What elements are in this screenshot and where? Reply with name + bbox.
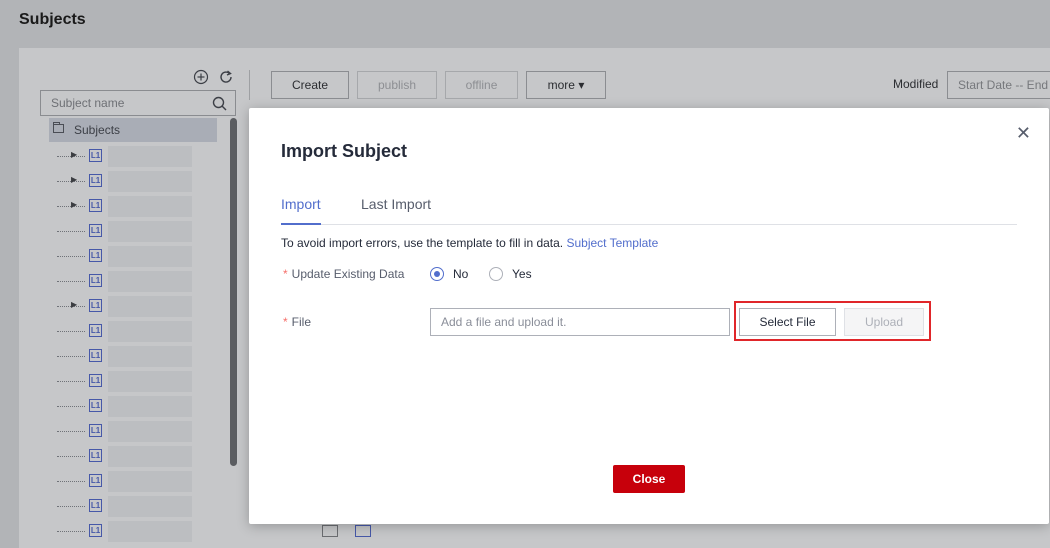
radio-no-circle[interactable] bbox=[430, 267, 444, 281]
redacted-node-label bbox=[108, 246, 192, 267]
create-button[interactable]: Create bbox=[271, 71, 349, 99]
redacted-node-label bbox=[108, 171, 192, 192]
file-label: * File bbox=[283, 315, 311, 329]
tree-connector bbox=[57, 381, 85, 382]
redacted-node-label bbox=[108, 521, 192, 542]
update-existing-label: * Update Existing Data bbox=[283, 267, 404, 281]
tree-connector bbox=[57, 431, 85, 432]
dialog-tabs: Import Last Import bbox=[281, 196, 1017, 225]
subject-search-input[interactable] bbox=[41, 91, 221, 115]
hint-text: To avoid import errors, use the template… bbox=[281, 236, 564, 250]
update-existing-text: Update Existing Data bbox=[291, 267, 405, 281]
more-dropdown-button[interactable]: more ▾ bbox=[526, 71, 606, 99]
tree-connector bbox=[57, 231, 85, 232]
tree-root-subjects[interactable]: Subjects bbox=[49, 118, 217, 142]
import-hint: To avoid import errors, use the template… bbox=[281, 236, 658, 250]
publish-button[interactable]: publish bbox=[357, 71, 437, 99]
tree-scrollbar[interactable] bbox=[230, 118, 237, 466]
radio-yes-circle[interactable] bbox=[489, 267, 503, 281]
tree-connector bbox=[57, 281, 85, 282]
tree-connector bbox=[57, 256, 85, 257]
required-mark: * bbox=[283, 315, 288, 329]
level-badge-icon: L1 bbox=[89, 199, 102, 212]
radio-yes-label: Yes bbox=[512, 267, 532, 281]
upload-button[interactable]: Upload bbox=[844, 308, 924, 336]
tab-last-import[interactable]: Last Import bbox=[361, 196, 431, 223]
subject-template-link[interactable]: Subject Template bbox=[566, 236, 658, 250]
page-title: Subjects bbox=[19, 11, 86, 28]
radio-yes[interactable]: Yes bbox=[489, 266, 532, 282]
redacted-node-label bbox=[108, 371, 192, 392]
table-checkbox-icon bbox=[322, 525, 338, 537]
redacted-node-label bbox=[108, 396, 192, 417]
level-badge-icon: L1 bbox=[89, 524, 102, 537]
level-badge-icon: L1 bbox=[89, 474, 102, 487]
offline-button[interactable]: offline bbox=[445, 71, 518, 99]
level-badge-icon: L1 bbox=[89, 324, 102, 337]
expand-arrow-icon[interactable]: ▶ bbox=[71, 200, 77, 209]
level-badge-icon: L1 bbox=[89, 224, 102, 237]
tree-connector bbox=[57, 531, 85, 532]
level-badge-icon: L1 bbox=[89, 274, 102, 287]
expand-arrow-icon[interactable]: ▶ bbox=[71, 300, 77, 309]
level-badge-icon: L1 bbox=[89, 299, 102, 312]
level-badge-icon: L1 bbox=[89, 499, 102, 512]
subject-search-box bbox=[40, 90, 236, 116]
close-icon[interactable]: ✕ bbox=[1016, 124, 1031, 142]
folder-icon bbox=[53, 122, 64, 133]
tree-connector bbox=[57, 356, 85, 357]
close-button[interactable]: Close bbox=[613, 465, 685, 493]
radio-no-label: No bbox=[453, 267, 469, 281]
tree-connector bbox=[57, 481, 85, 482]
tree-root-label: Subjects bbox=[74, 123, 121, 137]
table-row-icon bbox=[355, 525, 371, 537]
level-badge-icon: L1 bbox=[89, 149, 102, 162]
refresh-icon[interactable] bbox=[218, 69, 234, 85]
add-circle-icon[interactable] bbox=[193, 69, 209, 85]
redacted-node-label bbox=[108, 146, 192, 167]
select-file-button[interactable]: Select File bbox=[739, 308, 836, 336]
level-badge-icon: L1 bbox=[89, 399, 102, 412]
level-badge-icon: L1 bbox=[89, 174, 102, 187]
redacted-node-label bbox=[108, 271, 192, 292]
tree-connector bbox=[57, 331, 85, 332]
redacted-node-label bbox=[108, 471, 192, 492]
redacted-node-label bbox=[108, 446, 192, 467]
tree-connector bbox=[57, 406, 85, 407]
search-icon[interactable] bbox=[212, 96, 227, 111]
modified-label: Modified bbox=[893, 77, 939, 91]
required-mark: * bbox=[283, 267, 288, 281]
level-badge-icon: L1 bbox=[89, 249, 102, 262]
import-subject-dialog: ✕ Import Subject Import Last Import To a… bbox=[249, 108, 1049, 524]
redacted-node-label bbox=[108, 296, 192, 317]
toolbar-divider bbox=[249, 70, 250, 100]
redacted-node-label bbox=[108, 346, 192, 367]
redacted-node-label bbox=[108, 421, 192, 442]
redacted-node-label bbox=[108, 196, 192, 217]
tree-connector bbox=[57, 456, 85, 457]
level-badge-icon: L1 bbox=[89, 349, 102, 362]
redacted-node-label bbox=[108, 221, 192, 242]
expand-arrow-icon[interactable]: ▶ bbox=[71, 175, 77, 184]
redacted-node-label bbox=[108, 321, 192, 342]
file-path-input[interactable] bbox=[430, 308, 730, 336]
redacted-node-label bbox=[108, 496, 192, 517]
tab-import[interactable]: Import bbox=[281, 196, 321, 225]
tree-connector bbox=[57, 506, 85, 507]
expand-arrow-icon[interactable]: ▶ bbox=[71, 150, 77, 159]
file-label-text: File bbox=[291, 315, 312, 329]
level-badge-icon: L1 bbox=[89, 374, 102, 387]
radio-no[interactable]: No bbox=[430, 266, 468, 282]
level-badge-icon: L1 bbox=[89, 449, 102, 462]
dialog-title: Import Subject bbox=[281, 141, 408, 161]
date-range-input[interactable]: Start Date -- End bbox=[947, 71, 1050, 99]
level-badge-icon: L1 bbox=[89, 424, 102, 437]
